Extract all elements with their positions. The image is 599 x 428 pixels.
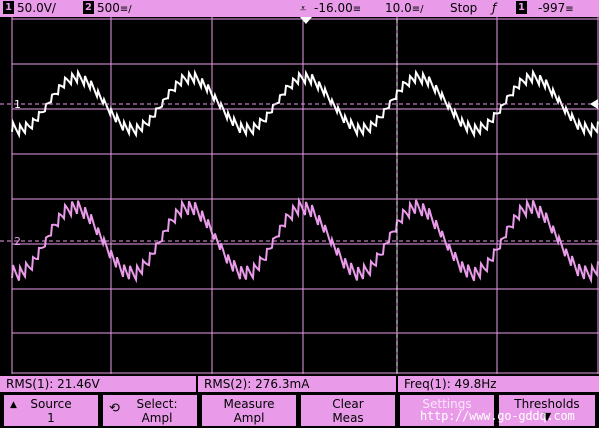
clear-value: Meas	[332, 411, 364, 425]
timebase-readout[interactable]: 10.0≡/	[385, 1, 423, 16]
ch2-scale: 500	[97, 1, 120, 15]
trigger-delay-unit: ≡	[352, 4, 362, 15]
select-softkey[interactable]: ⟲ Select: Ampl	[103, 395, 197, 426]
trigger-delay-icon: ⩡	[300, 2, 307, 15]
source-value: 1	[47, 411, 55, 425]
measurement-bar: RMS(1): 21.46V RMS(2): 276.3mA Freq(1): …	[0, 375, 599, 393]
softkey-row: ▲ Source 1 ⟲ Select: Ampl Measure Ampl C…	[0, 393, 599, 428]
trigger-level-readout[interactable]: 1 -997≡	[516, 1, 574, 16]
ch2-scale-unit: ≡/	[119, 4, 132, 15]
clear-label: Clear	[332, 397, 364, 411]
measure-value: Ampl	[233, 411, 265, 425]
ch1-number-box: 1	[3, 1, 14, 14]
status-bar: 1 50.0V/ 2 500≡/ ⩡ -16.00≡ 10.0≡/ Stop ƒ 1…	[0, 0, 599, 17]
trigger-level: -997	[538, 1, 566, 15]
measurement-freq-ch1: Freq(1): 49.8Hz	[398, 376, 599, 392]
channel-markers: 1 2	[0, 17, 599, 374]
waveform-display[interactable]: 1 2	[0, 17, 599, 374]
rising-edge-icon: ƒ	[492, 1, 497, 15]
trigger-level-unit: ≡	[565, 4, 574, 15]
trigger-delay: -16.00	[314, 1, 353, 15]
ch1-scale: 50.0V/	[17, 1, 56, 15]
rotary-knob-icon: ⟲	[109, 401, 120, 416]
clear-meas-softkey[interactable]: Clear Meas	[301, 395, 395, 426]
source-label: Source	[30, 397, 72, 411]
trigger-level-marker[interactable]	[590, 99, 598, 109]
watermark-text: http://www.go-gddq.com	[420, 409, 575, 423]
time-scale-unit: ≡/	[411, 4, 424, 15]
ch2-marker[interactable]: 2	[14, 235, 21, 248]
time-scale: 10.0	[385, 1, 412, 15]
trigger-delay-readout[interactable]: ⩡ -16.00≡	[300, 1, 361, 16]
ch1-marker[interactable]: 1	[14, 98, 21, 111]
ch2-scale-readout[interactable]: 2 500≡/	[83, 1, 132, 16]
up-arrow-icon: ▲	[10, 400, 17, 410]
measure-softkey[interactable]: Measure Ampl	[202, 395, 296, 426]
measure-label: Measure	[223, 397, 275, 411]
waveform-svg: 1 2	[0, 17, 599, 374]
oscilloscope-screen: 1 50.0V/ 2 500≡/ ⩡ -16.00≡ 10.0≡/ Stop ƒ 1…	[0, 0, 599, 428]
ch2-waveform	[11, 196, 599, 284]
trigger-source-box: 1	[516, 1, 527, 14]
source-softkey[interactable]: ▲ Source 1	[4, 395, 98, 426]
trigger-position-marker[interactable]	[300, 17, 312, 24]
ch1-scale-readout[interactable]: 1 50.0V/	[3, 1, 56, 16]
ch2-number-box: 2	[83, 1, 94, 14]
measurement-rms-ch2: RMS(2): 276.3mA	[198, 376, 396, 392]
measurement-rms-ch1: RMS(1): 21.46V	[0, 376, 196, 392]
run-state[interactable]: Stop	[450, 1, 477, 16]
